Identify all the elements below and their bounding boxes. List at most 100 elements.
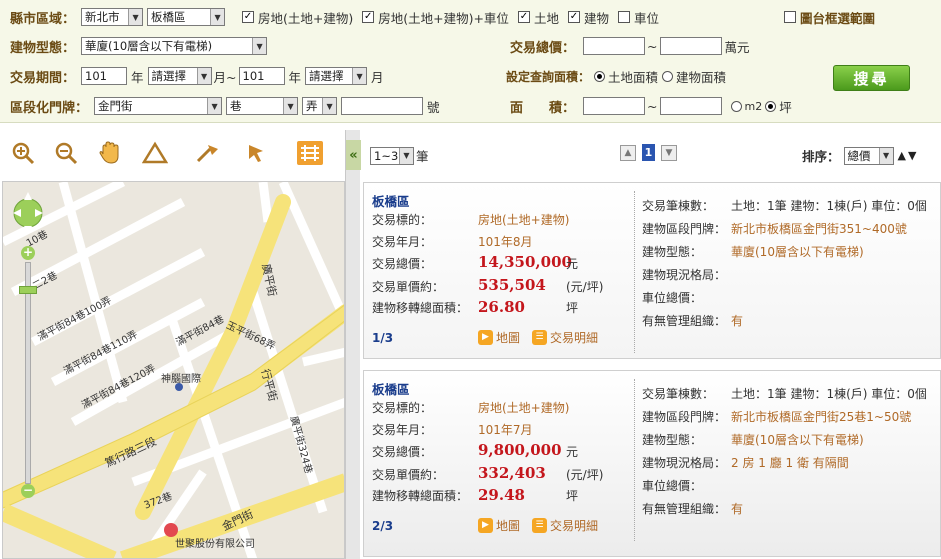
- field-total: 9,800,000: [478, 441, 562, 459]
- period-to-year-input[interactable]: 101: [238, 67, 285, 85]
- zoom-in-button[interactable]: +: [21, 246, 35, 260]
- map-view[interactable]: 10巷 二2巷 滿平街84巷100弄 滿平街84巷110弄 滿平街84巷120弄…: [2, 181, 345, 559]
- card-district: 板橋區: [372, 382, 410, 397]
- period-from-month-select[interactable]: 請選擇 ▼: [147, 67, 212, 85]
- total-price-unit: 萬元: [724, 39, 750, 55]
- field-label: 交易筆棟數：: [642, 387, 715, 401]
- measure-area-icon[interactable]: [142, 140, 168, 166]
- field-label: 交易單價約：: [372, 280, 445, 294]
- per-page-select[interactable]: 1~3 ▼: [370, 146, 414, 165]
- next-page-button[interactable]: ▼: [661, 144, 677, 161]
- search-button[interactable]: 搜尋: [833, 65, 910, 91]
- unit-ping-radio[interactable]: [765, 100, 777, 112]
- unit-ping-label: 坪: [779, 99, 792, 115]
- zoom-slider-handle[interactable]: [19, 286, 37, 294]
- filter-parking-checkbox[interactable]: [617, 11, 630, 23]
- year-unit-1: 年: [131, 69, 144, 85]
- filter-land-checkbox[interactable]: ✓: [517, 11, 530, 23]
- county-select[interactable]: 新北市 ▼: [81, 8, 144, 26]
- field-unit: 坪: [566, 301, 579, 315]
- map-link[interactable]: ▶ 地圖: [478, 517, 520, 534]
- field-mgmt: 有: [731, 502, 744, 516]
- map-pin-icon: ▶: [478, 330, 493, 345]
- field-label: 建物型態：: [642, 245, 703, 259]
- select-icon[interactable]: [245, 140, 271, 166]
- map-link[interactable]: ▶ 地圖: [478, 329, 520, 346]
- area-building-radio[interactable]: [662, 70, 674, 82]
- filter-house-parking-checkbox[interactable]: ✓: [362, 11, 375, 23]
- building-type-label: 建物型態：: [10, 40, 76, 56]
- panel-collapse-bar[interactable]: «: [345, 130, 361, 559]
- prev-page-button[interactable]: ▲: [620, 144, 636, 161]
- map-select-checkbox[interactable]: [784, 11, 796, 23]
- area-sep: ~: [647, 98, 658, 114]
- number-input[interactable]: [341, 97, 424, 115]
- sort-desc-icon[interactable]: ▼: [908, 149, 916, 162]
- field-form: 華廈(10層含以下有電梯): [731, 245, 864, 259]
- area-label: 面 積：: [510, 100, 576, 116]
- total-price-max-input[interactable]: [659, 37, 722, 55]
- period-from-year-input[interactable]: 101: [81, 67, 128, 85]
- map-pin-icon: ▶: [478, 518, 493, 533]
- lane-select[interactable]: 巷 ▼: [226, 97, 299, 115]
- sort-asc-icon[interactable]: ▲: [898, 149, 906, 162]
- field-date: 101年8月: [478, 235, 533, 249]
- field-target: 房地(土地+建物): [478, 401, 570, 415]
- number-unit: 號: [427, 99, 440, 115]
- list-icon: ☰: [532, 518, 547, 533]
- area-min-input[interactable]: [583, 97, 646, 115]
- area-max-input[interactable]: [659, 97, 722, 115]
- field-target: 房地(土地+建物): [478, 213, 570, 227]
- map-label: 世聚股份有限公司: [175, 539, 255, 550]
- card-district: 板橋區: [372, 194, 410, 209]
- field-label: 建物現況格局：: [642, 456, 727, 470]
- total-price-sep: ~: [647, 38, 658, 54]
- detail-link[interactable]: ☰ 交易明細: [532, 329, 598, 346]
- zoom-out-button[interactable]: −: [21, 484, 35, 498]
- sort-select[interactable]: 總價 ▼: [843, 146, 894, 165]
- area-setting-label: 設定查詢面積：: [506, 69, 591, 84]
- year-unit-2: 年: [288, 69, 302, 85]
- layers-icon[interactable]: [296, 140, 324, 166]
- sort-label: 排序：: [802, 149, 840, 164]
- district-select[interactable]: 板橋區 ▼: [147, 8, 226, 26]
- building-type-select[interactable]: 華廈(10層含以下有電梯) ▼: [81, 37, 268, 55]
- field-label: 建物區段門牌：: [642, 410, 727, 424]
- detail-link[interactable]: ☰ 交易明細: [532, 517, 598, 534]
- field-area: 29.48: [478, 486, 525, 504]
- filter-building-checkbox[interactable]: ✓: [567, 11, 580, 23]
- filter-house-land-checkbox[interactable]: ✓: [242, 11, 254, 23]
- area-land-radio[interactable]: [594, 70, 606, 82]
- list-icon: ☰: [532, 330, 547, 345]
- field-layout: 2 房 1 廳 1 衛 有隔間: [731, 456, 849, 470]
- field-label: 有無管理組織：: [642, 502, 727, 516]
- pan-control[interactable]: [11, 188, 45, 238]
- map-label: 神腦國際: [161, 374, 201, 385]
- period-to-month-select[interactable]: 請選擇 ▼: [305, 67, 368, 85]
- road-select[interactable]: 金門街 ▼: [94, 97, 223, 115]
- record-index: 2/3: [372, 519, 394, 533]
- measure-distance-icon[interactable]: [196, 140, 222, 166]
- total-price-min-input[interactable]: [583, 37, 646, 55]
- unit-m2-radio[interactable]: [730, 100, 742, 112]
- zoom-in-icon[interactable]: [10, 140, 36, 166]
- zoom-out-icon[interactable]: [53, 140, 79, 166]
- field-total: 14,350,000: [478, 253, 572, 271]
- filter-house-land-label: 房地(土地+建物): [258, 10, 354, 26]
- field-label: 建物型態：: [642, 433, 703, 447]
- field-label: 交易年月：: [372, 235, 433, 249]
- field-unit: (元/坪): [566, 468, 604, 482]
- pan-hand-icon[interactable]: [96, 140, 122, 166]
- field-form: 華廈(10層含以下有電梯): [731, 433, 864, 447]
- field-unit: (元/坪): [566, 280, 604, 294]
- field-label: 交易筆棟數：: [642, 199, 715, 213]
- county-label: 縣市區域：: [10, 11, 76, 27]
- field-label: 車位總價：: [642, 291, 703, 305]
- zoom-slider-track[interactable]: [25, 262, 31, 484]
- field-label: 建物現況格局：: [642, 268, 727, 282]
- current-page[interactable]: 1: [642, 144, 655, 161]
- field-count: 土地：1筆 建物：1棟(戶) 車位：0個: [731, 387, 927, 401]
- alley-select[interactable]: 弄 ▼: [302, 97, 338, 115]
- field-label: 有無管理組織：: [642, 314, 727, 328]
- collapse-arrow-icon[interactable]: «: [346, 140, 361, 170]
